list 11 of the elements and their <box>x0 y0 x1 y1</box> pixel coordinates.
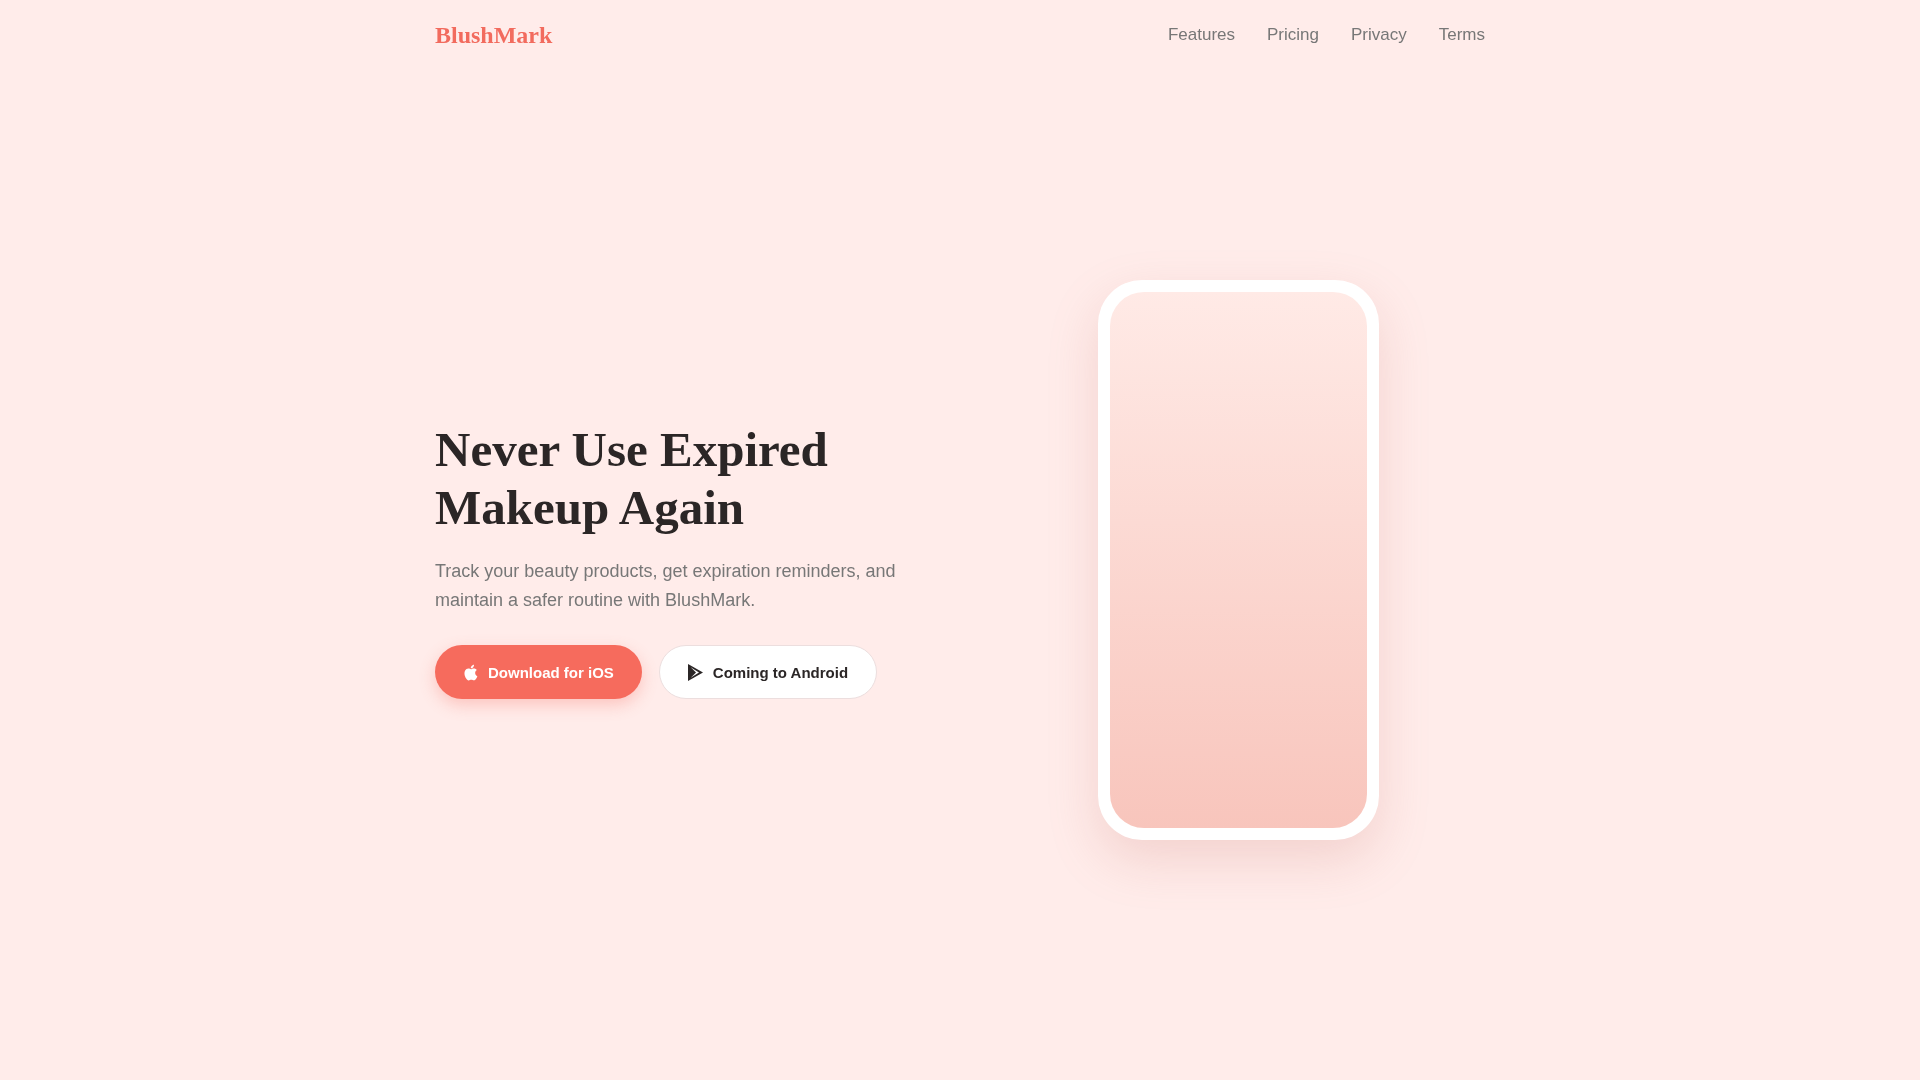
nav-link[interactable]: Features <box>1167 25 1235 45</box>
brand-logo[interactable]: BlushMark <box>435 21 553 49</box>
hero-heading: Never Use Expired Makeup Again <box>435 421 829 537</box>
play-icon <box>687 663 703 681</box>
nav-link[interactable]: Privacy <box>1351 25 1407 45</box>
nav-link[interactable]: Pricing <box>1267 25 1319 45</box>
android-button[interactable]: Coming to Android <box>658 645 878 699</box>
hero-description: Track your beauty products, get expiration reminders, and maintain a safer routine with BlushMark. <box>435 560 897 612</box>
nav-link[interactable]: Terms <box>1438 25 1485 45</box>
apple-icon <box>463 663 478 681</box>
download-button[interactable]: Download for iOS <box>435 645 642 699</box>
